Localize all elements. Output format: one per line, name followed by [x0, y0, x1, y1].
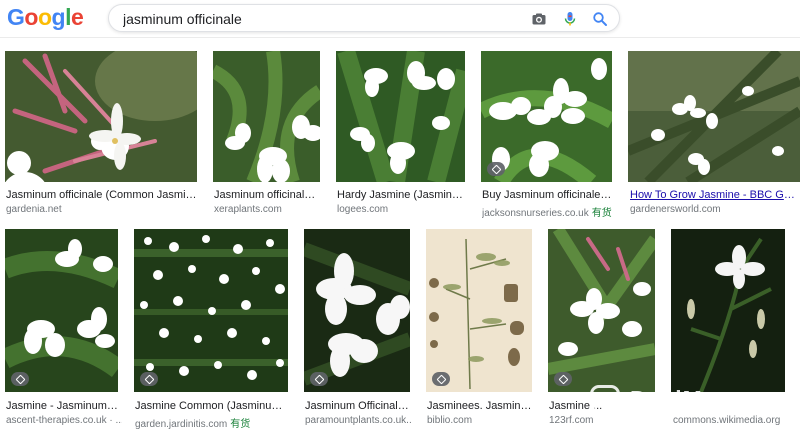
jasmine-photo	[5, 51, 197, 182]
result-image[interactable]	[134, 229, 288, 392]
result-source-domain: ascent-therapies.co.uk · ...	[6, 415, 122, 426]
result-source-domain: jacksonsnurseries.co.uk	[482, 208, 589, 219]
search-header: Google	[0, 0, 800, 38]
result-source-domain: garden.jardinitis.com	[135, 419, 228, 430]
result-source: commons.wikimedia.org	[673, 415, 785, 426]
in-stock-label: 有货	[591, 208, 612, 219]
result-image[interactable]	[213, 51, 320, 182]
result-image[interactable]	[481, 51, 612, 182]
result-caption[interactable]: Jasminees. Jasminum ...	[427, 400, 533, 412]
result-caption[interactable]: Jasmine - Jasminum Offi...	[6, 400, 119, 412]
result-image[interactable]	[336, 51, 465, 182]
result-source: 123rf.com	[549, 415, 655, 426]
logo-letter-g: G	[7, 4, 25, 30]
product-badge	[310, 372, 328, 386]
jasmine-photo	[336, 51, 465, 182]
result-source: garden.jardinitis.com 有货	[135, 415, 287, 430]
result-source-domain: logees.com	[337, 204, 389, 215]
result-image[interactable]	[671, 229, 785, 392]
result-source-domain: paramountplants.co.uk...	[305, 415, 411, 426]
jasmine-photo	[628, 51, 800, 182]
logo-letter-o2: o	[37, 4, 52, 30]
result-source-domain: gardenia.net	[6, 204, 62, 215]
result-source: logees.com	[337, 204, 465, 215]
result-source: biblio.com	[427, 415, 533, 426]
search-icon[interactable]	[592, 11, 608, 27]
result-source-domain: gardenersworld.com	[630, 204, 721, 215]
result-source: gardenersworld.com	[630, 204, 800, 215]
result-image[interactable]	[5, 51, 197, 182]
result-caption[interactable]: Jasminum officinale (Common Jasmine)	[6, 189, 198, 201]
jasmine-photo	[671, 229, 785, 392]
result-source: gardenia.net	[6, 204, 198, 215]
result-source-domain: xeraplants.com	[214, 204, 282, 215]
product-badge	[140, 372, 158, 386]
result-caption[interactable]: Jasminum officinale 'G...	[214, 189, 321, 201]
result-image[interactable]	[628, 51, 800, 182]
watermark-text: DealMoon	[630, 386, 748, 412]
result-source-domain: commons.wikimedia.org	[673, 415, 781, 426]
google-logo[interactable]: Google	[7, 4, 84, 31]
botanical-illustration	[426, 229, 532, 392]
product-badge	[487, 162, 505, 176]
product-badge	[432, 372, 450, 386]
search-input[interactable]	[123, 9, 503, 29]
jasmine-photo	[304, 229, 410, 392]
result-source-domain: biblio.com	[427, 415, 473, 426]
jasmine-photo	[5, 229, 118, 392]
result-source-domain: 123rf.com	[549, 415, 594, 426]
result-image[interactable]	[5, 229, 118, 392]
result-source: paramountplants.co.uk...	[305, 415, 411, 426]
result-caption[interactable]: Hardy Jasmine (Jasminum O...	[337, 189, 465, 201]
in-stock-label: 有货	[230, 419, 251, 430]
dealmoon-watermark: DealMoon	[590, 384, 790, 414]
logo-letter-e: e	[70, 4, 84, 30]
result-caption-link[interactable]: How To Grow Jasmine - BBC Gardener...	[630, 189, 800, 201]
result-image[interactable]	[426, 229, 532, 392]
search-box[interactable]	[108, 4, 620, 32]
jasmine-photo	[213, 51, 320, 182]
jasmine-photo	[548, 229, 655, 392]
result-image[interactable]	[548, 229, 655, 392]
camera-icon[interactable]	[531, 11, 547, 27]
logo-letter-o1: o	[24, 4, 38, 30]
result-caption[interactable]: Buy Jasminum officinale (Co...	[482, 189, 612, 201]
result-source: ascent-therapies.co.uk · ...	[6, 415, 122, 426]
microphone-icon[interactable]	[562, 11, 578, 27]
result-image[interactable]	[304, 229, 410, 392]
product-badge	[11, 372, 29, 386]
result-caption[interactable]: Jasmine Common (Jasminum Offi...	[135, 400, 287, 412]
result-source: xeraplants.com	[214, 204, 321, 215]
product-badge	[554, 372, 572, 386]
result-source: jacksonsnurseries.co.uk 有货	[482, 204, 612, 219]
result-caption[interactable]: Jasminum Officinale or...	[305, 400, 411, 412]
dealmoon-logo-icon	[590, 385, 620, 413]
logo-letter-g2: g	[51, 4, 66, 30]
jasmine-photo	[134, 229, 288, 392]
